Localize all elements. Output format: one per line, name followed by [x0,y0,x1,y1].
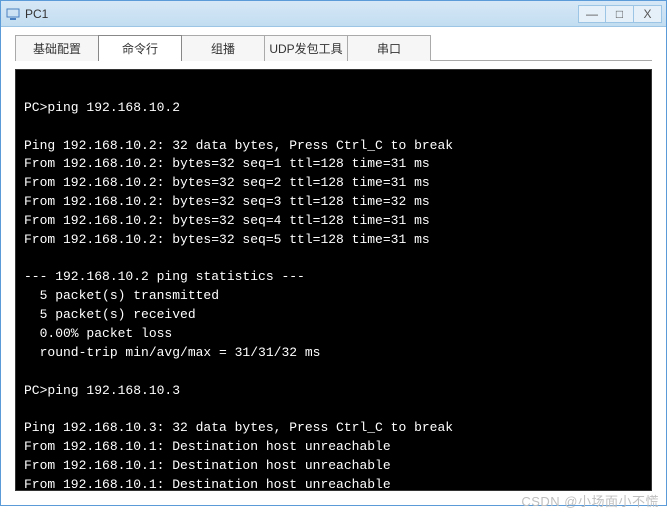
app-window: PC1 — □ X 基础配置 命令行 组播 UDP发包工具 串口 PC>ping… [0,0,667,506]
window-title: PC1 [25,7,578,21]
app-icon [5,6,21,22]
terminal-container: PC>ping 192.168.10.2 Ping 192.168.10.2: … [1,61,666,505]
terminal[interactable]: PC>ping 192.168.10.2 Ping 192.168.10.2: … [15,69,652,491]
minimize-button[interactable]: — [578,5,606,23]
close-button[interactable]: X [634,5,662,23]
tab-basic-config[interactable]: 基础配置 [15,35,99,61]
tabbar: 基础配置 命令行 组播 UDP发包工具 串口 [1,27,666,61]
tab-udp-tool[interactable]: UDP发包工具 [264,35,348,61]
tab-multicast[interactable]: 组播 [181,35,265,61]
tabbar-spacer [430,35,652,61]
tab-command-line[interactable]: 命令行 [98,35,182,61]
maximize-button[interactable]: □ [606,5,634,23]
tab-serial[interactable]: 串口 [347,35,431,61]
window-controls: — □ X [578,5,662,23]
titlebar: PC1 — □ X [1,1,666,27]
